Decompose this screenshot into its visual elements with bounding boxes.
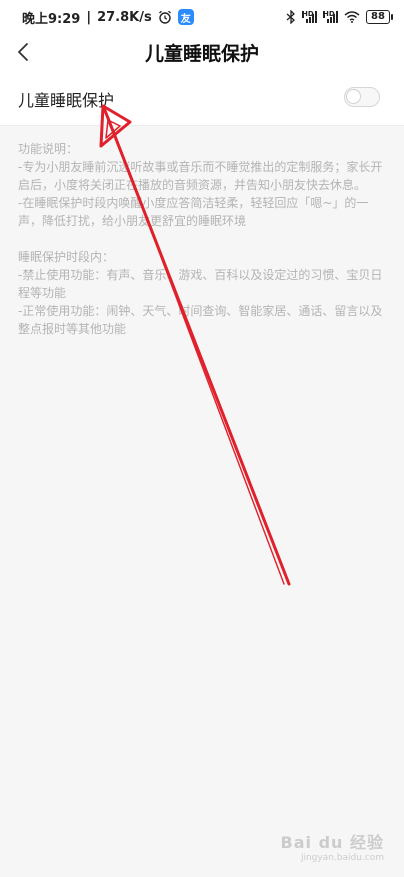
app-bar: 儿童睡眠保护	[0, 34, 404, 70]
status-bar: 晚上9:29 | 27.8K/s 友 HD HD 88	[0, 0, 404, 34]
status-left: 晚上9:29 | 27.8K/s 友	[22, 8, 194, 27]
app-notification-icon: 友	[177, 9, 194, 25]
bluetooth-icon	[286, 10, 295, 24]
desc-feature-line-1: -专为小朋友睡前沉迷听故事或音乐而不睡觉推出的定制服务；家长开启后，小度将关闭正…	[18, 160, 383, 192]
desc-heading-period: 睡眠保护时段内：	[18, 250, 115, 264]
baidu-jingyan-watermark: Bai du 经验 jingyan.baidu.com	[281, 829, 384, 863]
watermark-url: jingyan.baidu.com	[300, 853, 384, 863]
battery-icon: 88	[366, 10, 393, 24]
annotation-arrow-icon	[99, 104, 291, 586]
desc-heading-features: 功能说明：	[18, 142, 79, 156]
status-network-speed: 27.8K/s	[97, 9, 152, 25]
status-right: HD HD 88	[286, 10, 393, 24]
desc-period-line-1: -禁止使用功能：有声、音乐、游戏、百科以及设定过的习惯、宝贝日程等功能	[18, 268, 383, 300]
wifi-icon	[344, 11, 360, 23]
setting-row-child-sleep-protection: 儿童睡眠保护	[0, 70, 404, 126]
sleep-protection-toggle[interactable]	[344, 87, 380, 107]
status-separator: |	[86, 9, 92, 25]
toggle-knob	[346, 89, 361, 104]
setting-label: 儿童睡眠保护	[18, 91, 115, 110]
watermark-brand: Bai du 经验	[280, 833, 384, 852]
page-title: 儿童睡眠保护	[144, 43, 259, 65]
desc-feature-line-2: -在睡眠保护时段内唤醒小度应答简洁轻柔，轻轻回应「嗯~」的一声，降低打扰，给小朋…	[18, 196, 369, 228]
signal-sim2-icon: HD	[323, 11, 338, 23]
status-time: 晚上9:29	[22, 11, 81, 27]
description-block: 功能说明： -专为小朋友睡前沉迷听故事或音乐而不睡觉推出的定制服务；家长开启后，…	[18, 140, 390, 338]
signal-sim1-icon: HD	[302, 11, 317, 23]
alarm-clock-icon	[158, 10, 171, 24]
desc-period-line-2: -正常使用功能：闹钟、天气、时间查询、智能家居、通话、留言以及整点报时等其他功能	[18, 304, 383, 336]
